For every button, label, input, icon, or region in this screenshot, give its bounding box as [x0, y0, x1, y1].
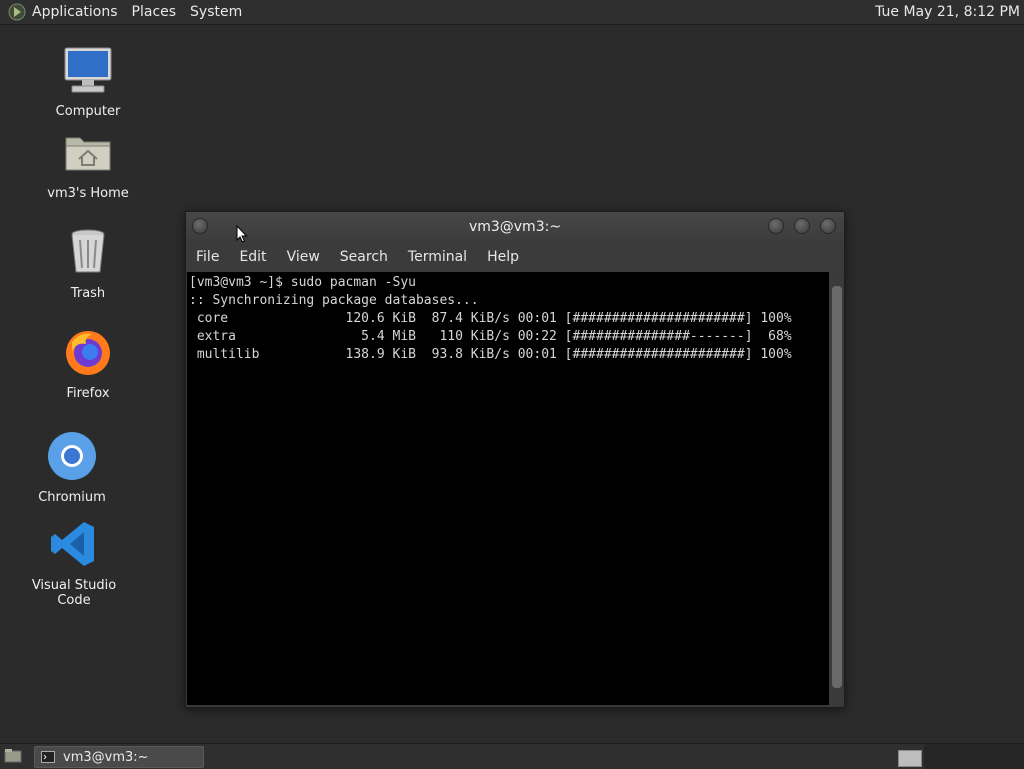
- vscode-icon: [51, 522, 94, 566]
- trash-icon: [71, 229, 105, 273]
- panel-tray: [924, 744, 1024, 769]
- window-title: vm3@vm3:~: [468, 219, 562, 235]
- mouse-cursor-icon: [236, 225, 248, 243]
- maximize-button[interactable]: [794, 218, 810, 234]
- desktop-icon-trash[interactable]: Trash: [33, 226, 143, 301]
- scrollbar-thumb[interactable]: [832, 286, 842, 688]
- terminal-line: [vm3@vm3 ~]$ sudo pacman -Syu: [189, 275, 416, 290]
- window-titlebar[interactable]: vm3@vm3:~: [186, 212, 844, 242]
- terminal-line: extra 5.4 MiB 110 KiB/s 00:22 [#########…: [189, 329, 792, 344]
- menu-edit[interactable]: Edit: [239, 249, 266, 265]
- menu-help[interactable]: Help: [487, 249, 519, 265]
- firefox-icon: [66, 331, 110, 375]
- desktop-icon-vscode[interactable]: Visual Studio Code: [19, 518, 129, 608]
- terminal-text: [vm3@vm3 ~]$ sudo pacman -Syu :: Synchro…: [187, 272, 829, 364]
- menu-logo-icon[interactable]: [8, 3, 26, 21]
- terminal-line: core 120.6 KiB 87.4 KiB/s 00:01 [#######…: [189, 311, 792, 326]
- computer-icon: [64, 47, 112, 93]
- desktop-icon-firefox[interactable]: Firefox: [33, 326, 143, 401]
- menu-search[interactable]: Search: [340, 249, 388, 265]
- top-panel: Applications Places System Tue May 21, 8…: [0, 0, 1024, 25]
- places-menu[interactable]: Places: [132, 4, 177, 20]
- workspace-switcher[interactable]: [898, 750, 922, 767]
- desktop-icon-label: Firefox: [66, 386, 110, 401]
- terminal-scrollbar[interactable]: [830, 272, 844, 705]
- minimize-button[interactable]: [768, 218, 784, 234]
- desktop-icon-home[interactable]: vm3's Home: [33, 126, 143, 201]
- desktop-icon-label: Computer: [55, 104, 121, 119]
- taskbar-button-label: vm3@vm3:~: [63, 749, 149, 765]
- terminal-line: multilib 138.9 KiB 93.8 KiB/s 00:01 [###…: [189, 347, 792, 362]
- terminal-line: :: Synchronizing package databases...: [189, 293, 479, 308]
- menu-terminal[interactable]: Terminal: [408, 249, 467, 265]
- desktop-icon-label: Trash: [70, 286, 106, 301]
- desktop-icon-label: vm3's Home: [47, 186, 129, 201]
- desktop-icon-computer[interactable]: Computer: [33, 44, 143, 119]
- close-button[interactable]: [820, 218, 836, 234]
- applications-menu[interactable]: Applications: [32, 4, 118, 20]
- desktop-icon-chromium[interactable]: Chromium: [17, 430, 127, 505]
- home-folder-icon: [65, 137, 111, 171]
- system-menu[interactable]: System: [190, 4, 242, 20]
- show-desktop-icon[interactable]: [4, 748, 22, 764]
- terminal-window[interactable]: vm3@vm3:~ File Edit View Search Terminal…: [185, 211, 845, 708]
- bottom-panel: vm3@vm3:~: [0, 743, 1024, 769]
- terminal-output[interactable]: [vm3@vm3 ~]$ sudo pacman -Syu :: Synchro…: [187, 272, 829, 705]
- terminal-icon: [41, 751, 55, 763]
- taskbar-button-terminal[interactable]: vm3@vm3:~: [34, 746, 204, 768]
- menu-view[interactable]: View: [287, 249, 320, 265]
- clock[interactable]: Tue May 21, 8:12 PM: [875, 4, 1020, 20]
- desktop-icon-label: Visual Studio Code: [31, 578, 117, 608]
- menu-file[interactable]: File: [196, 249, 219, 265]
- chromium-icon: [48, 432, 96, 480]
- terminal-menubar: File Edit View Search Terminal Help: [186, 242, 844, 272]
- desktop-icon-label: Chromium: [38, 490, 106, 505]
